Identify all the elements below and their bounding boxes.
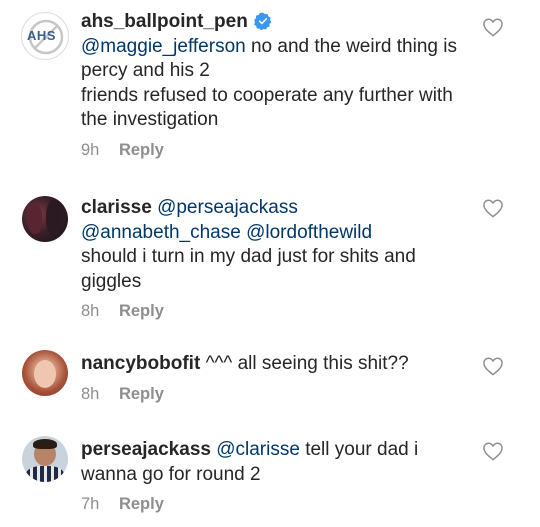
comment-mention[interactable]: @lordofthewild: [246, 222, 372, 243]
avatar-photo: [28, 204, 42, 234]
comment-text: ahs_ballpoint_pen @maggie_jefferson no a…: [81, 10, 476, 133]
comment-meta: 8h Reply: [81, 302, 476, 321]
comment-time: 7h: [81, 495, 100, 513]
comment-mention[interactable]: @annabeth_chase: [81, 222, 241, 243]
comment-time: 8h: [81, 302, 100, 320]
comment-body: friends refused to cooperate any further…: [81, 84, 453, 131]
comment-meta: 9h Reply: [81, 141, 476, 160]
comment-body: should i turn in my dad just for shits a…: [81, 246, 416, 292]
verified-badge-icon: [253, 12, 272, 30]
avatar-photo: [26, 466, 64, 482]
comment-username[interactable]: ahs_ballpoint_pen: [81, 11, 248, 32]
avatar-logo-text: AHS: [27, 28, 56, 43]
like-heart-icon[interactable]: [482, 198, 504, 218]
comment-mention[interactable]: @maggie_jefferson: [81, 36, 246, 57]
avatar-photo: [46, 200, 62, 236]
comment-meta: 8h Reply: [81, 385, 476, 404]
comment-text: perseajackass @clarisse tell your dad i …: [81, 438, 476, 487]
comment-body: ^^^ all seeing this shit??: [205, 353, 409, 374]
like-heart-icon[interactable]: [482, 356, 504, 376]
comment-mention[interactable]: @clarisse: [216, 439, 300, 460]
avatar[interactable]: [22, 436, 68, 482]
avatar-photo: [33, 439, 57, 449]
reply-button[interactable]: Reply: [119, 385, 164, 403]
comment-time: 9h: [81, 140, 100, 159]
reply-button[interactable]: Reply: [119, 141, 164, 159]
avatar[interactable]: AHS: [21, 12, 69, 60]
reply-button[interactable]: Reply: [119, 495, 164, 513]
like-heart-icon[interactable]: [482, 441, 504, 461]
avatar[interactable]: [22, 196, 68, 242]
comment-username[interactable]: clarisse: [81, 197, 152, 218]
comment-meta: 7h Reply: [81, 495, 476, 514]
reply-button[interactable]: Reply: [119, 302, 164, 320]
like-heart-icon[interactable]: [482, 17, 504, 37]
comment-text: clarisse @perseajackass @annabeth_chase …: [81, 196, 476, 294]
comment-text: nancybobofit ^^^ all seeing this shit??: [81, 352, 476, 377]
comment-username[interactable]: perseajackass: [81, 439, 211, 460]
avatar[interactable]: [22, 350, 68, 396]
avatar-photo: [34, 360, 56, 388]
comment-mention[interactable]: @perseajackass: [157, 197, 298, 218]
comment-time: 8h: [81, 384, 100, 403]
comment-username[interactable]: nancybobofit: [81, 353, 200, 374]
